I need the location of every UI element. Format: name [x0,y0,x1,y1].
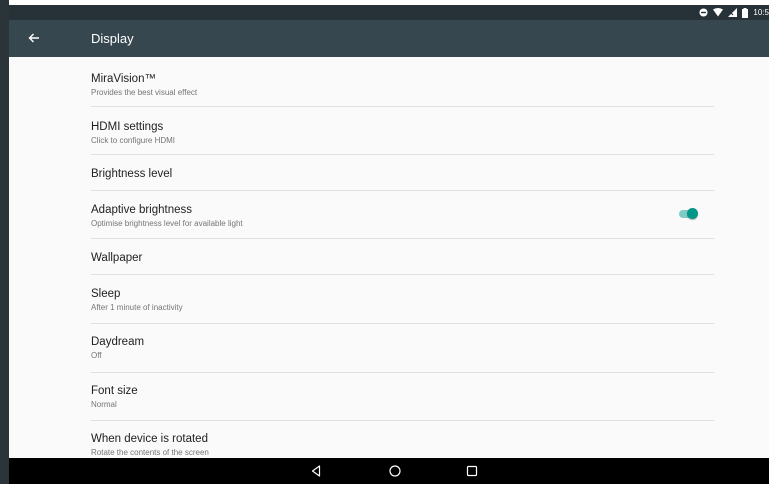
status-bar: 10:5 [9,5,769,20]
nav-back-icon [311,465,321,477]
setting-miravision[interactable]: MiraVision™ Provides the best visual eff… [91,72,714,98]
wifi-icon [713,8,724,17]
status-icons: 10:5 [699,6,769,19]
setting-summary: Provides the best visual effect [91,88,198,97]
status-time: 10:5 [753,8,769,17]
setting-title: Font size [91,385,138,397]
setting-title: Brightness level [91,168,173,180]
setting-title: Adaptive brightness [91,204,193,216]
nav-back-button[interactable] [308,463,324,479]
setting-brightness-level[interactable]: Brightness level [91,167,714,181]
nav-recents-icon [466,465,478,477]
setting-summary: After 1 minute of inactivity [91,303,183,312]
navigation-bar [9,458,769,484]
setting-summary: Off [91,351,102,360]
divider [91,274,714,275]
window-edge [0,0,9,484]
divider [91,154,714,155]
battery-icon [742,7,749,18]
setting-summary: Click to configure HDMI [91,136,176,145]
nav-home-icon [389,465,401,477]
divider [91,420,714,421]
setting-hdmi[interactable]: HDMI settings Click to configure HDMI [91,120,714,146]
setting-title: When device is rotated [91,433,208,445]
setting-title: Wallpaper [91,252,143,264]
switch-thumb [687,208,698,219]
divider [91,323,714,324]
setting-summary: Normal [91,400,117,409]
page-title: Display [91,31,134,46]
setting-title: Sleep [91,288,121,300]
divider [91,238,714,239]
setting-wallpaper[interactable]: Wallpaper [91,251,714,265]
signal-icon [728,8,738,17]
settings-list[interactable]: MiraVision™ Provides the best visual eff… [9,57,769,458]
setting-sleep[interactable]: Sleep After 1 minute of inactivity [91,287,714,313]
adaptive-brightness-switch[interactable] [676,207,698,221]
setting-device-rotation[interactable]: When device is rotated Rotate the conten… [91,432,714,458]
setting-summary: Optimise brightness level for available … [91,219,243,228]
back-button[interactable] [26,30,42,46]
divider [91,106,714,107]
setting-adaptive-brightness[interactable]: Adaptive brightness Optimise brightness … [91,203,714,229]
setting-font-size[interactable]: Font size Normal [91,384,714,410]
nav-recents-button[interactable] [464,463,480,479]
nav-home-button[interactable] [387,463,403,479]
divider [91,372,714,373]
setting-daydream[interactable]: Daydream Off [91,335,714,361]
arrow-back-icon [28,33,39,43]
setting-title: Daydream [91,336,145,348]
app-bar: Display [9,20,769,57]
setting-title: MiraVision™ [91,73,156,85]
do-not-disturb-icon [699,8,708,17]
divider [91,190,714,191]
setting-summary: Rotate the contents of the screen [91,448,209,457]
setting-title: HDMI settings [91,121,164,133]
